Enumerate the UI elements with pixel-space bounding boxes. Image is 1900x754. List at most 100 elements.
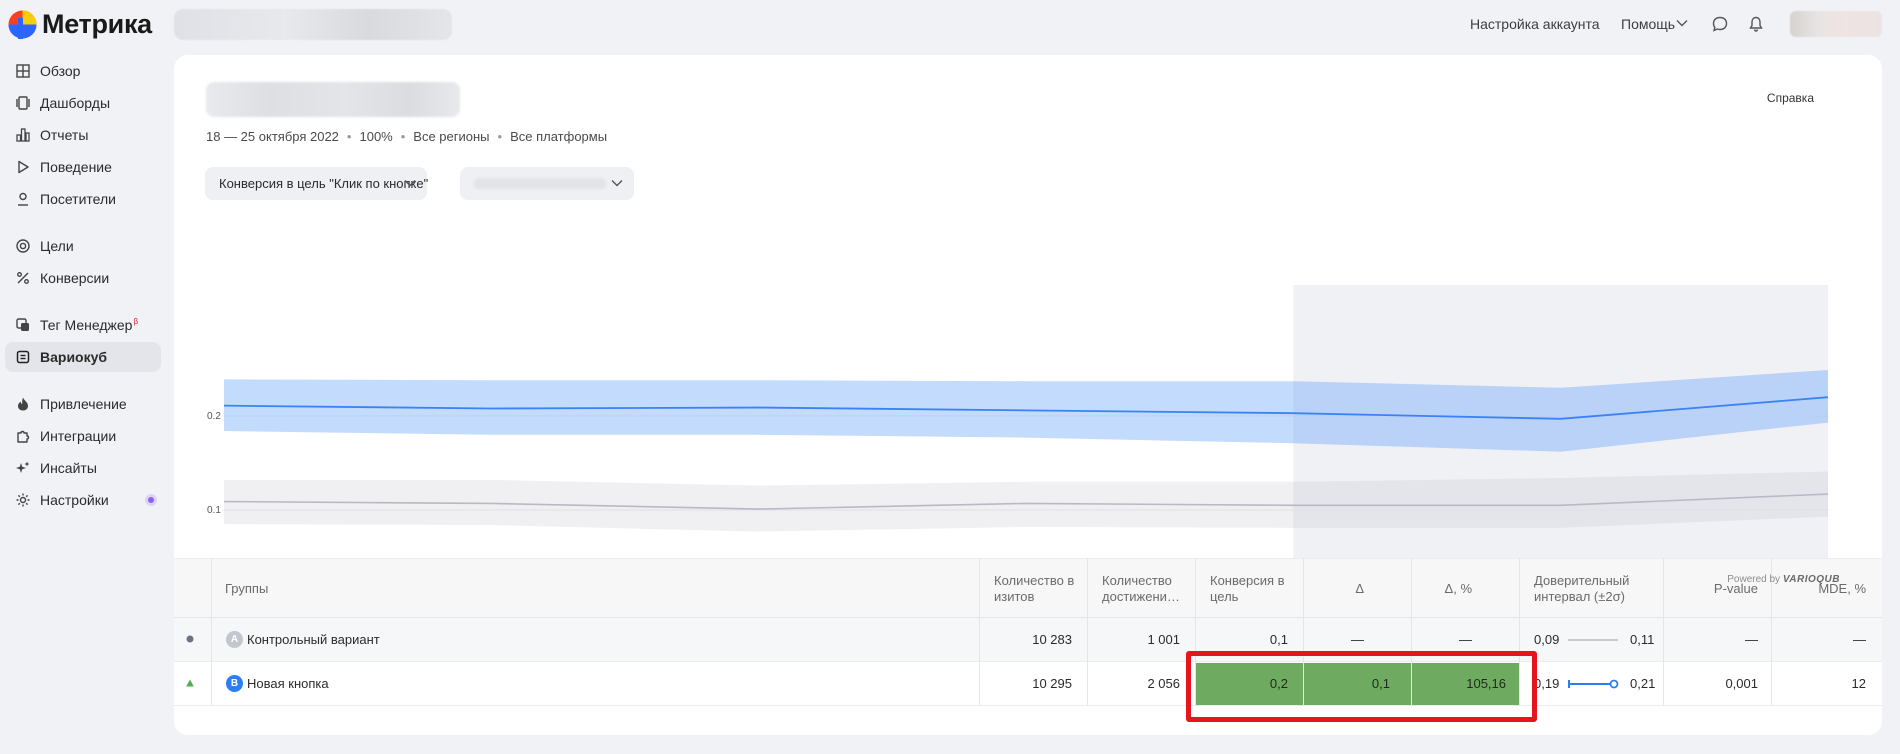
confidence-band-2 [224, 471, 1828, 532]
col-achievements: Количество достижени… [1102, 573, 1180, 604]
date-range: 18 — 25 октября 2022 [206, 129, 339, 144]
sidebar-item-insights[interactable]: Инсайты [5, 453, 161, 483]
col-visits: Количество в изитов [994, 573, 1075, 604]
secondary-select[interactable] [460, 167, 634, 200]
experiment-title [206, 82, 460, 117]
chat-icon[interactable] [1711, 15, 1729, 33]
sidebar-item-conversions[interactable]: Конверсии [5, 263, 161, 293]
sidebar-item-label: Вариокуб [40, 349, 108, 365]
gear-icon [16, 493, 30, 507]
powered-by: Powered by VARIOQUB [1727, 574, 1840, 585]
main-panel: Справка 18 — 25 октября 2022 • 100% • Вс… [174, 55, 1882, 735]
top-bar: Метрика Настройка аккаунта Помощь [0, 0, 1900, 48]
column-divider [1087, 558, 1088, 706]
sidebar-item-visitors[interactable]: Посетители [5, 184, 161, 214]
visits-value: 10 295 [1032, 676, 1072, 691]
flame-icon [18, 397, 28, 411]
reports-icon [16, 128, 30, 142]
user-icon [18, 192, 28, 206]
sidebar-item-label: Тег Менеджерβ [40, 317, 139, 333]
logo[interactable]: Метрика [8, 9, 152, 40]
sidebar-item-label: Поведение [40, 159, 112, 175]
table-row[interactable]: B Новая кнопка 10 295 2 056 0,2 0,1 105,… [174, 662, 1882, 706]
mde-value: 12 [1851, 676, 1866, 691]
sidebar-item-acquisition[interactable]: Привлечение [5, 389, 161, 419]
account-settings-link[interactable]: Настройка аккаунта [1470, 16, 1600, 32]
ci-bar [1568, 639, 1618, 641]
chevron-down-icon [611, 180, 623, 187]
experiment-meta: 18 — 25 октября 2022 • 100% • Все регион… [206, 129, 607, 144]
variant-badge: A [226, 631, 243, 648]
metric-select-value: Конверсия в цель "Клик по кнопке" [219, 176, 429, 191]
conversion-chart: 0.10.218.1019.1020.1021.1022.1023.1024.1… [207, 285, 1844, 596]
target-icon [16, 239, 30, 253]
play-icon [18, 160, 29, 174]
ci-high-value: 0,21 [1630, 676, 1656, 691]
variant-name: Новая кнопка [247, 676, 329, 691]
variant-name: Контрольный вариант [247, 632, 380, 647]
sidebar-item-label: Посетители [40, 191, 116, 207]
help-link[interactable]: Справка [1767, 91, 1814, 105]
sidebar-item-tag-manager[interactable]: Тег Менеджерβ [5, 310, 161, 340]
sidebar-item-label: Интеграции [40, 428, 117, 444]
ci-low-value: 0,09 [1534, 632, 1560, 647]
ci-high-value: 0,11 [1630, 632, 1655, 647]
mde-value: — [1853, 632, 1866, 647]
project-selector[interactable] [174, 9, 452, 40]
pvalue-value: 0,001 [1725, 676, 1758, 691]
tag-manager-icon [16, 318, 29, 331]
col-conversion: Конверсия в цель [1210, 573, 1285, 604]
sidebar-item-goals[interactable]: Цели [5, 231, 161, 261]
notification-dot [145, 494, 157, 506]
metric-select[interactable]: Конверсия в цель "Клик по кнопке" [205, 167, 429, 200]
percent-icon [17, 272, 29, 284]
puzzle-icon [17, 430, 30, 443]
regions-filter: Все регионы [413, 129, 490, 144]
achievements-value: 2 056 [1147, 676, 1180, 691]
chevron-down-icon [1676, 20, 1688, 27]
platforms-filter: Все платформы [510, 129, 608, 144]
bell-icon[interactable] [1747, 15, 1765, 33]
conversion-value: 0,1 [1269, 632, 1288, 647]
chevron-down-icon [404, 180, 416, 187]
metrica-logo-icon [8, 10, 37, 39]
separator-dot: • [497, 129, 503, 144]
triangle-up-icon [186, 679, 194, 687]
sidebar-item-reports[interactable]: Отчеты [5, 120, 161, 150]
logo-text: Метрика [42, 9, 152, 39]
achievements-value: 1 001 [1147, 632, 1180, 647]
sidebar-item-overview[interactable]: Обзор [5, 56, 161, 86]
sidebar-item-label: Настройки [40, 492, 109, 508]
separator-dot: • [346, 129, 352, 144]
sidebar-item-variocube[interactable]: Вариокуб [5, 342, 161, 372]
sidebar-item-integrations[interactable]: Интеграции [5, 421, 161, 451]
sidebar-item-label: Дашборды [40, 95, 110, 111]
ci-low-value: 0,19 [1534, 676, 1560, 691]
col-ci: Доверительный интервал (±2σ) [1534, 573, 1630, 604]
dashboards-icon [16, 96, 30, 110]
sidebar-item-label: Конверсии [40, 270, 110, 286]
secondary-select-value [474, 178, 606, 189]
variant-badge: B [226, 675, 243, 692]
column-divider [211, 558, 212, 706]
sparkle-icon [16, 461, 30, 473]
user-account[interactable] [1790, 11, 1882, 37]
grid-icon [16, 64, 30, 78]
sidebar-item-label: Цели [40, 238, 74, 254]
sidebar-item-settings[interactable]: Настройки [5, 485, 161, 515]
sidebar-item-dashboards[interactable]: Дашборды [5, 88, 161, 118]
sidebar-item-behavior[interactable]: Поведение [5, 152, 161, 182]
traffic-share: 100% [359, 129, 393, 144]
column-divider [979, 558, 980, 706]
highlight-box [1186, 651, 1537, 722]
visits-value: 10 283 [1032, 632, 1072, 647]
help-menu[interactable]: Помощь [1621, 16, 1675, 32]
table-row[interactable]: A Контрольный вариант 10 283 1 001 0,1 —… [174, 618, 1882, 662]
sidebar-item-label: Инсайты [40, 460, 97, 476]
col-delta: Δ [1355, 581, 1364, 596]
beta-badge: β [133, 317, 139, 326]
varioqub-logo: VARIOQUB [1782, 574, 1840, 585]
col-delta-pct: Δ, % [1444, 581, 1472, 596]
y-tick-label: 0.2 [207, 411, 221, 422]
y-tick-label: 0.1 [207, 505, 221, 516]
